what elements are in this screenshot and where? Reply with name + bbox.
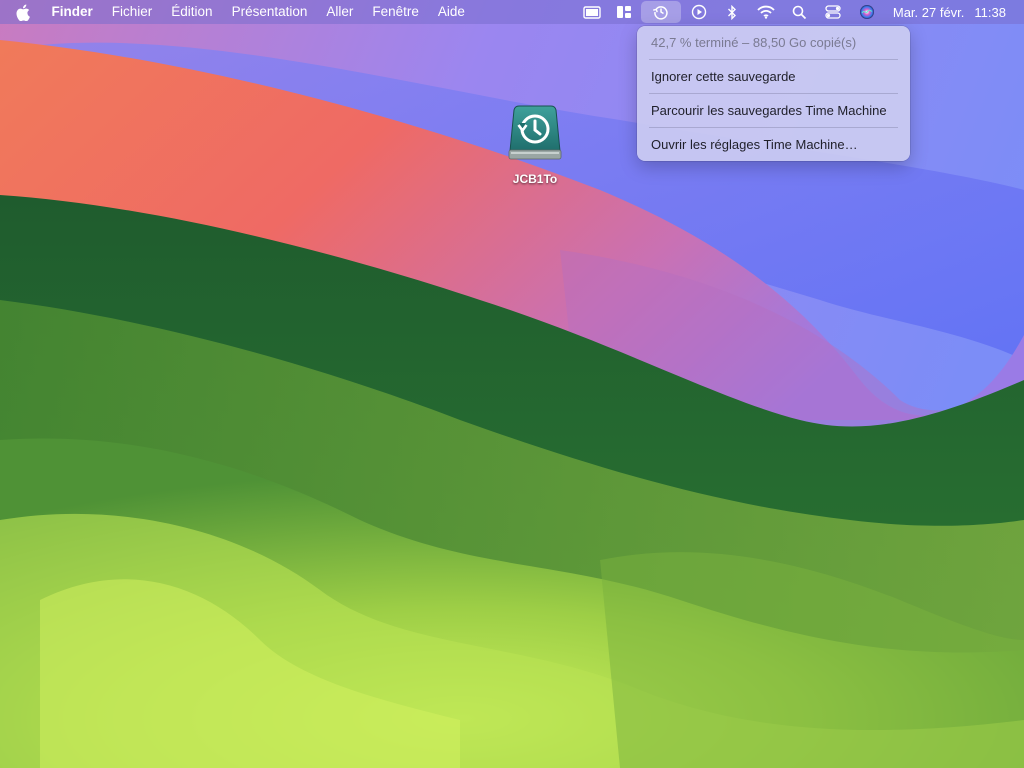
siri-icon[interactable] (849, 0, 885, 24)
stage-manager-icon[interactable] (609, 0, 639, 24)
menu-finder[interactable]: Finder (42, 0, 102, 24)
time-machine-drive-icon (508, 105, 562, 160)
status-area: Mar. 27 févr. 11:38 (575, 0, 1024, 24)
menu-separator (649, 59, 898, 60)
menubar-time: 11:38 (974, 4, 1006, 20)
bluetooth-icon[interactable] (715, 0, 749, 24)
menu-presentation[interactable]: Présentation (222, 0, 317, 24)
menu-aide[interactable]: Aide (428, 0, 474, 24)
menubar-date: Mar. 27 févr. (892, 4, 965, 20)
menu-fichier[interactable]: Fichier (102, 0, 162, 24)
menu-aller[interactable]: Aller (317, 0, 363, 24)
open-settings-item[interactable]: Ouvrir les réglages Time Machine… (637, 132, 910, 157)
display-icon[interactable] (575, 0, 609, 24)
search-icon[interactable] (783, 0, 817, 24)
menu-separator (649, 93, 898, 94)
time-machine-menu: 42,7 % terminé – 88,50 Go copié(s) Ignor… (637, 26, 910, 161)
menu-edition[interactable]: Édition (162, 0, 222, 24)
menu-fenetre[interactable]: Fenêtre (363, 0, 429, 24)
menubar-clock[interactable]: Mar. 27 févr. 11:38 (885, 5, 1024, 20)
control-center-icon[interactable] (817, 0, 849, 24)
backup-progress-text: 42,7 % terminé – 88,50 Go copié(s) (651, 35, 857, 50)
time-machine-icon[interactable] (640, 1, 681, 23)
desktop-drive[interactable]: JCB1To (496, 103, 574, 186)
skip-backup-item[interactable]: Ignorer cette sauvegarde (637, 64, 910, 89)
apple-logo-icon[interactable] (12, 0, 34, 24)
menu-separator (649, 127, 898, 128)
drive-label: JCB1To (512, 172, 558, 186)
play-icon[interactable] (683, 0, 715, 24)
browse-backups-item[interactable]: Parcourir les sauvegardes Time Machine (637, 98, 910, 123)
menu-bar: Finder Fichier Édition Présentation Alle… (0, 0, 1024, 24)
wifi-icon[interactable] (749, 0, 783, 24)
